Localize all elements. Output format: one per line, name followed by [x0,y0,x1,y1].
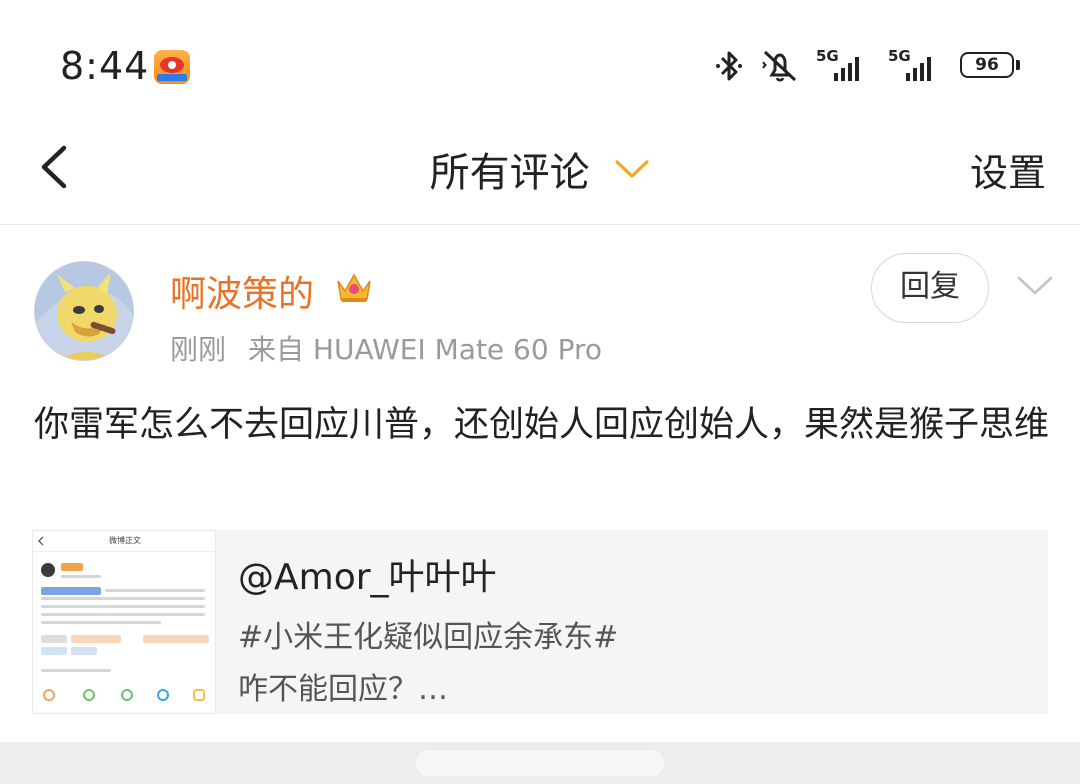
nav-header: 所有评论 设置 [0,130,1080,225]
page-title-text: 所有评论 [429,150,590,196]
quoted-text: 咋不能回应？… [238,672,448,707]
quoted-author[interactable]: @Amor_叶叶叶 [238,548,497,600]
signal-icon: 5G [816,47,872,85]
chevron-down-icon[interactable] [1016,275,1054,297]
bluetooth-icon [716,51,742,81]
home-indicator[interactable] [416,750,664,776]
battery-level: 96 [975,55,999,75]
quoted-post-thumbnail: 微博正文 [32,530,216,714]
status-icons: 5G 5G 96 [714,46,1022,86]
comment-item: 啊波策的 刚刚 来自 HUAWEI Mate 60 Pro 回复 你雷军怎么不去回… [0,225,1080,755]
comment-text: 你雷军怎么不去回应川普，还创始人回应创始人，果然是猴子思维 [34,405,1050,445]
avatar[interactable] [34,261,134,361]
mute-icon [762,50,797,82]
chevron-down-icon [615,160,649,178]
bottom-bar [0,742,1080,784]
settings-button[interactable]: 设置 [970,142,1046,197]
crown-icon [337,273,371,302]
status-time: 8:44 [60,44,150,88]
quoted-topic[interactable]: #小米王化疑似回应余承东# [238,612,618,656]
comment-source: 来自 HUAWEI Mate 60 Pro [248,333,602,366]
quoted-post-card[interactable]: 微博正文 @Amor_叶叶叶 #小米王化疑似回应余承东# 咋不能回应？… [32,530,1048,714]
reply-button[interactable]: 回复 [871,253,989,323]
weibo-app-icon [154,50,190,84]
comment-time: 刚刚 [170,333,227,366]
thumbnail-title: 微博正文 [109,536,141,545]
comment-username[interactable]: 啊波策的 [170,265,314,317]
status-bar: 8:44 5G 5G 96 [0,0,1080,130]
comment-meta: 刚刚 来自 HUAWEI Mate 60 Pro [170,328,602,368]
signal-icon: 5G [888,47,944,85]
page-title[interactable]: 所有评论 [0,140,1080,198]
battery-icon: 96 [960,52,1022,80]
